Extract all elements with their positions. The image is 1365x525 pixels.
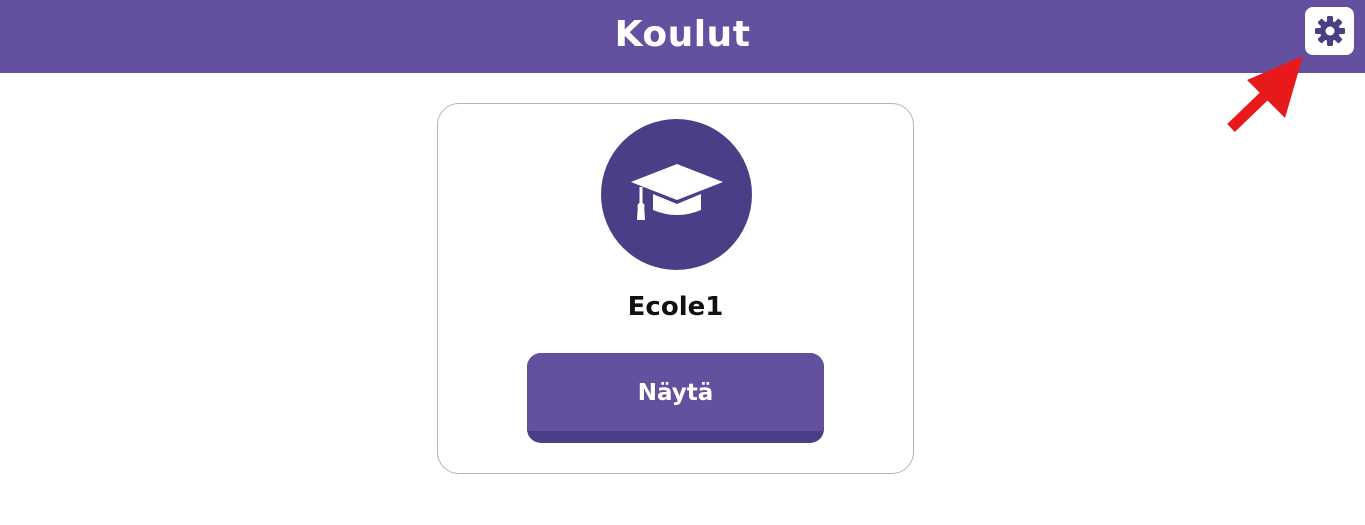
settings-button[interactable] [1305,7,1354,55]
graduation-cap-icon [630,163,723,220]
page-title: Koulut [614,14,751,55]
school-name: Ecole1 [627,292,724,322]
gear-icon [1314,16,1345,46]
red-arrow-icon [1227,56,1303,132]
top-bar: Koulut [0,0,1365,73]
school-card: Ecole1 Näytä [437,103,914,474]
school-avatar [601,119,752,270]
view-button-label: Näytä [527,353,824,431]
view-school-button[interactable]: Näytä [527,353,824,443]
